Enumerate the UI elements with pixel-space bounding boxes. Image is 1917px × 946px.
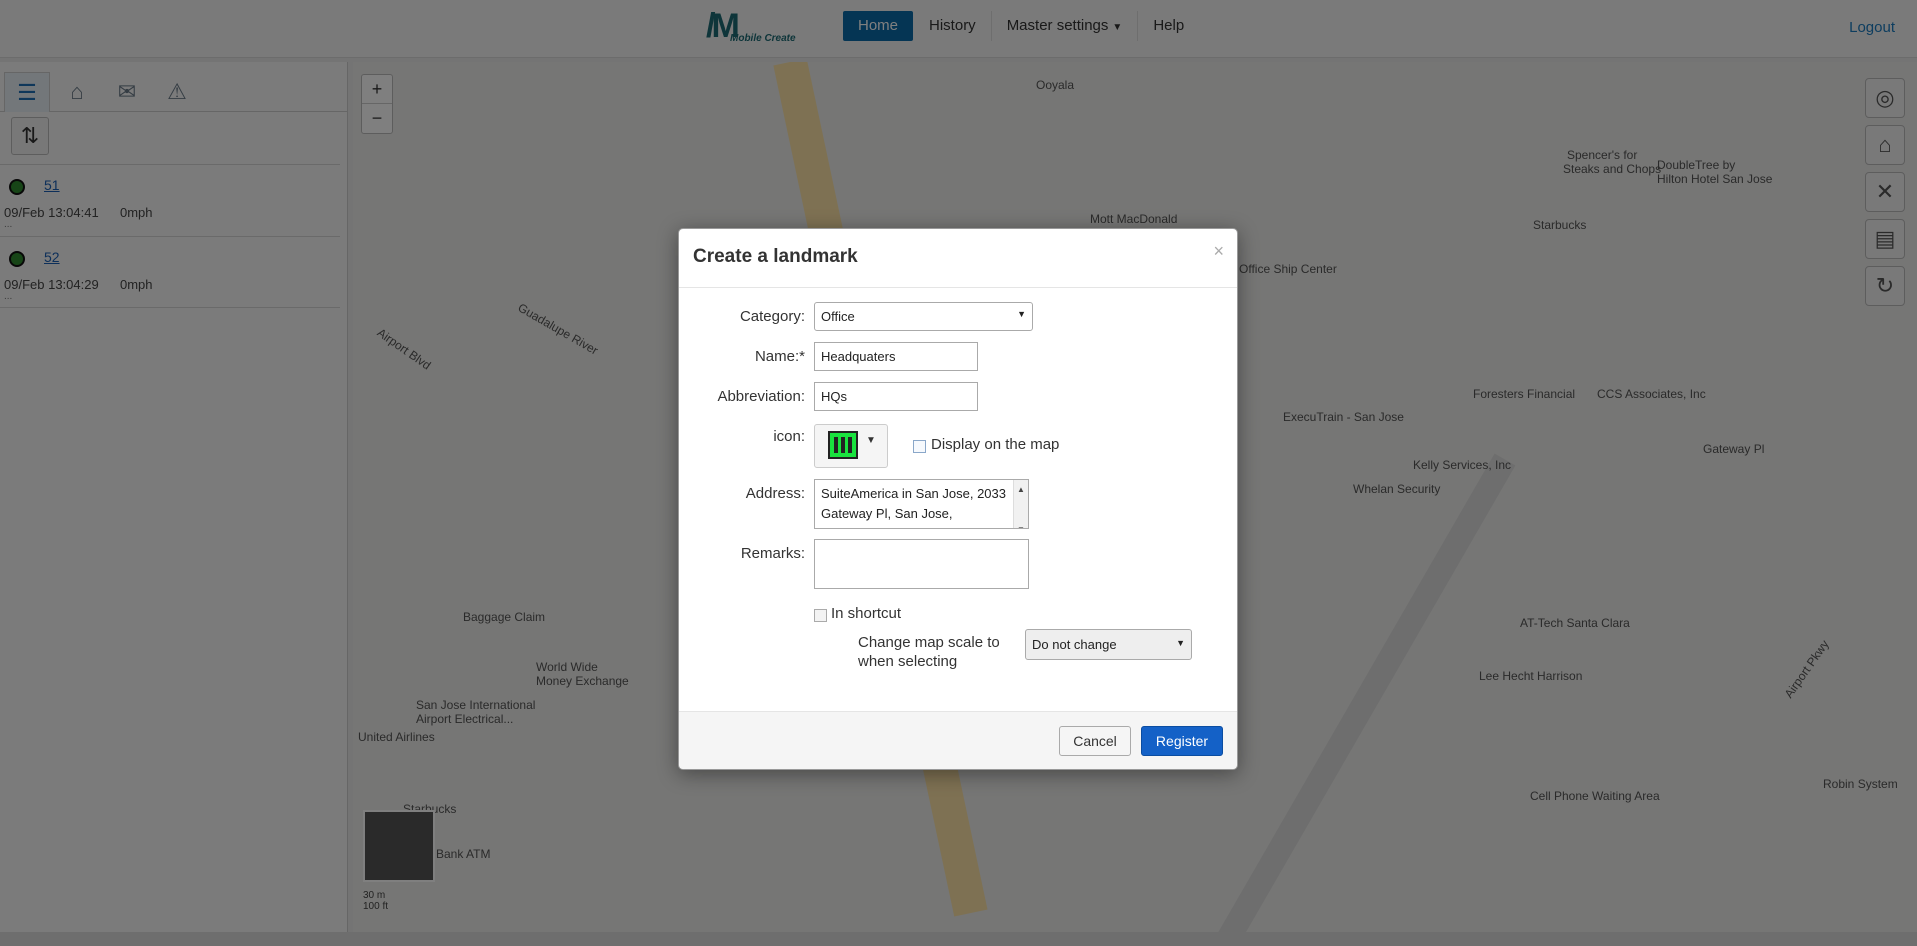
abbreviation-label: Abbreviation: bbox=[717, 388, 805, 405]
name-label: Name:* bbox=[754, 348, 805, 365]
category-select[interactable]: Office ▼ bbox=[814, 302, 1033, 331]
name-input[interactable]: Headquaters bbox=[814, 342, 978, 371]
close-icon[interactable]: × bbox=[1213, 241, 1224, 262]
icon-picker-button[interactable]: ▼ bbox=[814, 424, 888, 468]
in-shortcut-label: In shortcut bbox=[831, 605, 902, 622]
map-scale-label: Change map scale to when selecting bbox=[858, 634, 1000, 670]
address-textarea[interactable]: SuiteAmerica in San Jose, 2033 Gateway P… bbox=[814, 479, 1029, 529]
caret-down-icon: ▼ bbox=[866, 435, 876, 446]
address-scrollbar[interactable]: ▲▼ bbox=[1013, 480, 1028, 528]
display-on-map-checkbox[interactable] bbox=[913, 440, 926, 453]
icon-label: icon: bbox=[773, 428, 805, 445]
office-building-icon bbox=[828, 431, 858, 459]
map-scale-select[interactable]: Do not change ▼ bbox=[1025, 629, 1192, 660]
address-label: Address: bbox=[745, 485, 805, 502]
in-shortcut-checkbox[interactable] bbox=[814, 609, 827, 622]
dialog-footer: Cancel Register bbox=[679, 711, 1237, 769]
dialog-title: Create a landmark bbox=[693, 246, 858, 267]
category-label: Category: bbox=[739, 308, 805, 325]
create-landmark-dialog: Create a landmark × Category: Office ▼ N… bbox=[678, 228, 1238, 770]
abbreviation-input[interactable]: HQs bbox=[814, 382, 978, 411]
chevron-down-icon: ▼ bbox=[1176, 638, 1185, 648]
register-button[interactable]: Register bbox=[1141, 726, 1223, 756]
chevron-down-icon: ▼ bbox=[1017, 309, 1026, 319]
remarks-label: Remarks: bbox=[740, 545, 805, 562]
cancel-button[interactable]: Cancel bbox=[1059, 726, 1131, 756]
display-on-map-label: Display on the map bbox=[931, 436, 1060, 453]
remarks-textarea[interactable] bbox=[814, 539, 1029, 589]
